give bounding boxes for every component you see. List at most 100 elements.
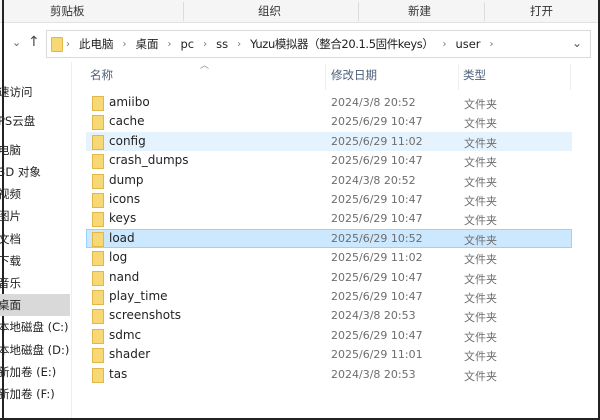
breadcrumb-user[interactable]: user: [449, 37, 486, 51]
sidebar-item[interactable]: 3D 对象: [0, 161, 70, 183]
file-date: 2025/6/29 10:47: [331, 270, 423, 284]
chevron-right-icon[interactable]: ›: [120, 39, 130, 50]
sidebar-item[interactable]: 音乐: [0, 272, 70, 294]
file-row[interactable]: amiibo 2024/3/8 20:52 文件夹: [86, 93, 572, 112]
folder-icon: [92, 193, 104, 208]
breadcrumb-yuzu[interactable]: Yuzu模拟器（整合20.1.5固件keys）: [244, 36, 439, 52]
file-row[interactable]: log 2025/6/29 11:02 文件夹: [86, 248, 572, 267]
breadcrumb-this-pc[interactable]: 此电脑: [73, 36, 120, 52]
file-type: 文件夹: [464, 156, 497, 170]
file-date: 2025/6/29 10:47: [331, 193, 423, 206]
sidebar-item[interactable]: 速访问: [0, 81, 70, 103]
file-row[interactable]: config 2025/6/29 11:02 文件夹: [86, 131, 572, 151]
chevron-right-icon[interactable]: ›: [234, 39, 244, 50]
file-type: 文件夹: [464, 233, 497, 247]
sidebar-item[interactable]: 文档: [0, 228, 70, 250]
column-header-date[interactable]: 修改日期: [331, 62, 377, 88]
file-type: 文件夹: [464, 350, 497, 364]
file-name: icons: [109, 192, 141, 206]
file-row[interactable]: cache 2025/6/29 10:47 文件夹: [86, 112, 572, 131]
file-type: 文件夹: [464, 272, 497, 286]
up-arrow-icon[interactable]: ↑: [28, 34, 40, 50]
file-date: 2025/6/29 10:47: [331, 154, 423, 168]
column-header-name[interactable]: 名称: [90, 62, 113, 88]
recent-locations-chevron-icon[interactable]: ⌄: [12, 36, 21, 49]
file-name: tas: [109, 366, 128, 381]
file-date: 2025/6/29 11:02: [331, 251, 423, 265]
file-row[interactable]: screenshots 2024/3/8 20:53 文件夹: [86, 306, 572, 325]
file-row[interactable]: nand 2025/6/29 10:47 文件夹: [86, 268, 572, 287]
sidebar-item[interactable]: 新加卷 (F:): [0, 383, 70, 405]
sidebar-item[interactable]: 本地磁盘 (D:): [0, 339, 70, 361]
file-row[interactable]: keys 2025/6/29 10:47 文件夹: [86, 209, 572, 228]
file-type: 文件夹: [464, 195, 497, 208]
folder-icon: [92, 173, 104, 189]
folder-icon: [92, 290, 104, 305]
ribbon-group-organize[interactable]: 组织: [258, 3, 281, 19]
address-dropdown-icon[interactable]: ⌄: [572, 36, 582, 50]
file-date: 2025/6/29 10:47: [331, 328, 423, 342]
column-divider[interactable]: [570, 64, 571, 90]
breadcrumb-pc[interactable]: pc: [175, 37, 201, 51]
sidebar-item[interactable]: 新加卷 (E:): [0, 361, 70, 383]
folder-icon: [92, 154, 104, 170]
file-date: 2025/6/29 11:02: [331, 134, 423, 148]
divider: [183, 2, 184, 21]
file-row[interactable]: sdmc 2025/6/29 10:47 文件夹: [86, 326, 572, 345]
file-row[interactable]: icons 2025/6/29 10:47 文件夹: [86, 190, 572, 209]
file-date: 2024/3/8 20:53: [331, 309, 416, 323]
column-divider[interactable]: [325, 64, 326, 90]
chevron-right-icon[interactable]: ›: [487, 39, 497, 50]
chevron-right-icon[interactable]: ›: [63, 39, 73, 50]
sidebar-item[interactable]: 下载: [0, 250, 70, 272]
file-row[interactable]: tas 2024/3/8 20:53 文件夹: [86, 365, 572, 384]
folder-icon: [92, 270, 104, 286]
chevron-right-icon[interactable]: ›: [439, 39, 449, 50]
file-row[interactable]: crash_dumps 2025/6/29 10:47 文件夹: [86, 151, 572, 170]
ribbon-group-clipboard[interactable]: 剪贴板: [50, 3, 85, 19]
folder-icon: [92, 348, 104, 364]
file-name: keys: [109, 211, 137, 226]
folder-icon: [92, 328, 104, 344]
folder-icon: [92, 367, 104, 383]
ribbon-group-new[interactable]: 新建: [408, 3, 431, 19]
sidebar-item[interactable]: PS云盘: [0, 110, 70, 132]
file-row[interactable]: shader 2025/6/29 11:01 文件夹: [86, 345, 572, 364]
divider: [484, 2, 485, 21]
sidebar-item[interactable]: 图片: [0, 205, 70, 227]
file-type: 文件夹: [464, 98, 497, 111]
chevron-right-icon[interactable]: ›: [165, 39, 175, 50]
folder-icon: [92, 309, 104, 325]
breadcrumb-ss[interactable]: ss: [210, 37, 234, 51]
file-type: 文件夹: [464, 330, 497, 344]
file-name: shader: [109, 347, 151, 362]
chevron-right-icon[interactable]: ›: [200, 39, 210, 50]
file-date: 2025/6/29 11:01: [331, 348, 423, 362]
file-date: 2025/6/29 10:47: [331, 212, 423, 226]
folder-icon: [92, 251, 104, 267]
sidebar-item[interactable]: 视频: [0, 183, 70, 205]
column-divider[interactable]: [458, 64, 459, 90]
sort-ascending-icon: ︿: [200, 61, 210, 71]
file-type: 文件夹: [464, 214, 497, 228]
address-bar[interactable]: › 此电脑 › 桌面 › pc › ss › Yuzu模拟器（整合20.1.5固…: [46, 30, 591, 58]
file-date: 2025/6/29 10:47: [331, 290, 423, 303]
file-name: dump: [109, 172, 144, 187]
file-name: cache: [109, 114, 145, 129]
sidebar-item[interactable]: 本地磁盘 (C:): [0, 316, 70, 338]
file-name: config: [109, 133, 146, 148]
file-type: 文件夹: [464, 369, 497, 383]
file-name: nand: [109, 269, 140, 284]
breadcrumb-desktop[interactable]: 桌面: [130, 36, 165, 52]
file-row[interactable]: dump 2024/3/8 20:52 文件夹: [86, 171, 572, 190]
file-date: 2024/3/8 20:53: [331, 367, 416, 381]
ribbon-group-open[interactable]: 打开: [530, 3, 553, 19]
folder-icon: [92, 231, 104, 247]
file-row[interactable]: play_time 2025/6/29 10:47 文件夹: [86, 287, 572, 306]
file-type: 文件夹: [464, 117, 497, 131]
file-row[interactable]: load 2025/6/29 10:52 文件夹: [86, 228, 572, 248]
file-name: crash_dumps: [109, 153, 189, 168]
sidebar-item[interactable]: 桌面: [0, 294, 70, 316]
sidebar-item[interactable]: 电脑: [0, 139, 70, 161]
column-header-type[interactable]: 类型: [463, 62, 486, 88]
